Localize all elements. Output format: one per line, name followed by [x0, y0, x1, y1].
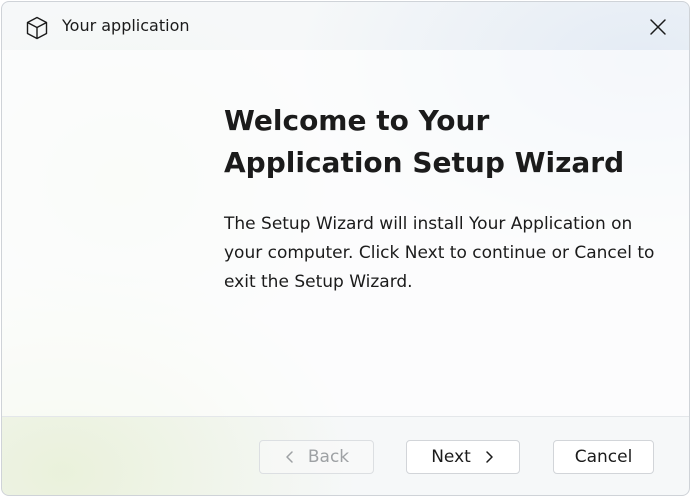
chevron-right-icon [486, 451, 493, 463]
description-text: The Setup Wizard will install Your Appli… [224, 214, 655, 292]
next-button-label: Next [431, 447, 471, 467]
window-title: Your application [62, 16, 190, 35]
cancel-button[interactable]: Cancel [553, 440, 654, 474]
back-button[interactable]: Back [259, 440, 374, 474]
close-icon [650, 19, 666, 35]
cancel-button-label: Cancel [574, 447, 633, 467]
wizard-footer: Back Next Cancel [2, 416, 689, 495]
back-button-label: Back [307, 447, 350, 467]
chevron-left-icon [286, 451, 293, 463]
close-button[interactable] [645, 14, 671, 40]
next-button[interactable]: Next [406, 440, 520, 474]
box-icon [24, 15, 50, 41]
wizard-content: Welcome to Your Application Setup Wizard… [2, 50, 689, 416]
setup-wizard-window: Your application Welcome to Your Applica… [1, 1, 690, 496]
page-title: Welcome to Your Application Setup Wizard [224, 104, 625, 179]
title-bar: Your application [2, 2, 689, 50]
